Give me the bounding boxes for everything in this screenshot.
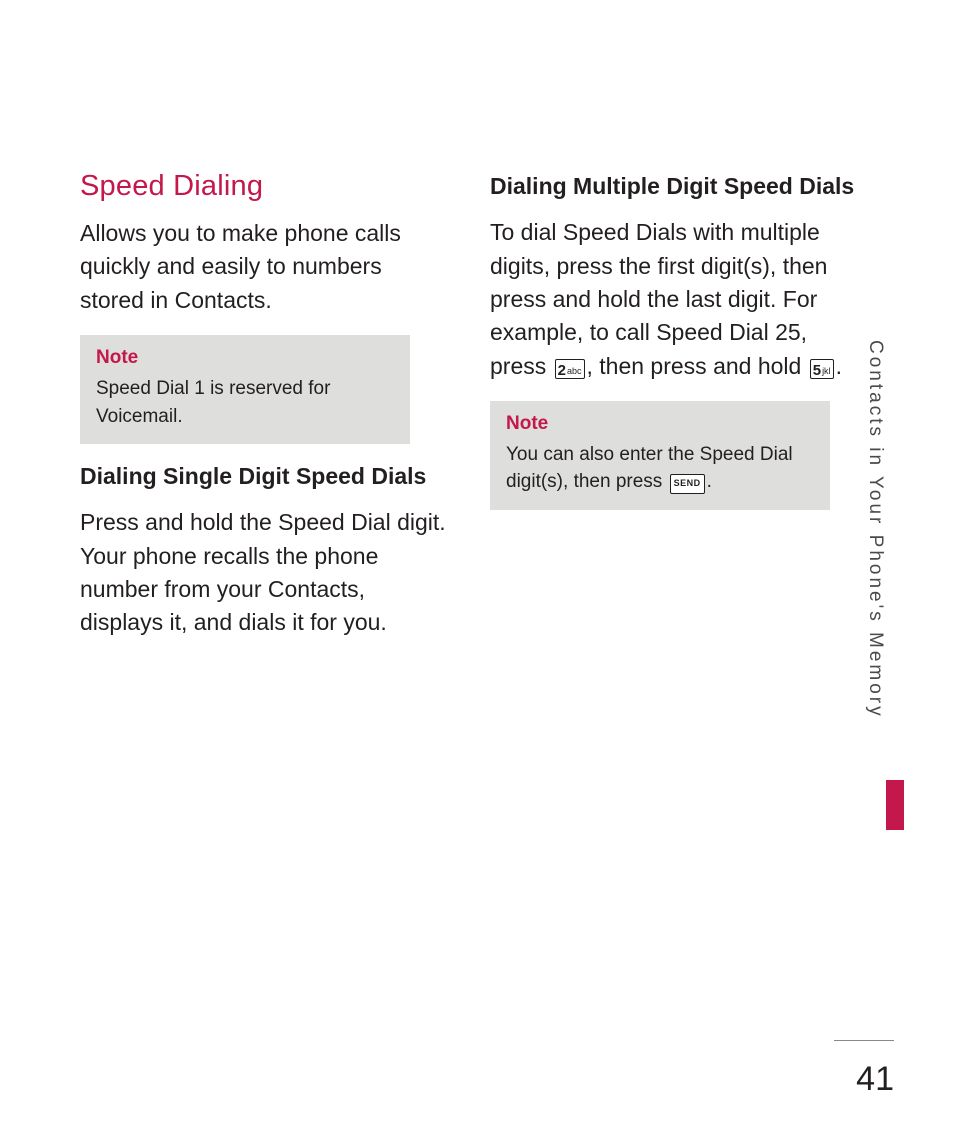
subheading-multi: Dialing Multiple Digit Speed Dials <box>490 170 860 202</box>
page-content: Speed Dialing Allows you to make phone c… <box>80 170 860 658</box>
multi-body-c: . <box>836 353 842 379</box>
note-text: You can also enter the Speed Dial digit(… <box>506 441 814 496</box>
multi-body: To dial Speed Dials with multiple digits… <box>490 216 860 383</box>
key-2-icon: 2abc <box>555 359 585 379</box>
note-text-a: You can also enter the Speed Dial digit(… <box>506 444 793 493</box>
side-section-label: Contacts in Your Phone's Memory <box>864 340 886 780</box>
single-body: Press and hold the Speed Dial digit. You… <box>80 506 450 639</box>
note-box: Note You can also enter the Speed Dial d… <box>490 401 830 510</box>
left-column: Speed Dialing Allows you to make phone c… <box>80 170 450 658</box>
note-label: Note <box>96 347 394 369</box>
multi-body-b: , then press and hold <box>587 353 808 379</box>
page-rule <box>834 1040 894 1041</box>
side-tab: Contacts in Your Phone's Memory <box>864 340 894 820</box>
note-box: Note Speed Dial 1 is reserved for Voicem… <box>80 335 410 444</box>
key-send-icon: SEND <box>670 474 705 494</box>
subheading-single: Dialing Single Digit Speed Dials <box>80 460 450 492</box>
note-text: Speed Dial 1 is reserved for Voicemail. <box>96 375 394 430</box>
side-tab-marker <box>886 780 904 830</box>
right-column: Dialing Multiple Digit Speed Dials To di… <box>490 170 860 658</box>
intro-paragraph: Allows you to make phone calls quickly a… <box>80 217 450 317</box>
key-5-icon: 5jkl <box>810 359 834 379</box>
page-number: 41 <box>856 1060 894 1099</box>
note-text-b: . <box>707 471 712 492</box>
note-label: Note <box>506 413 814 435</box>
section-title: Speed Dialing <box>80 170 450 203</box>
